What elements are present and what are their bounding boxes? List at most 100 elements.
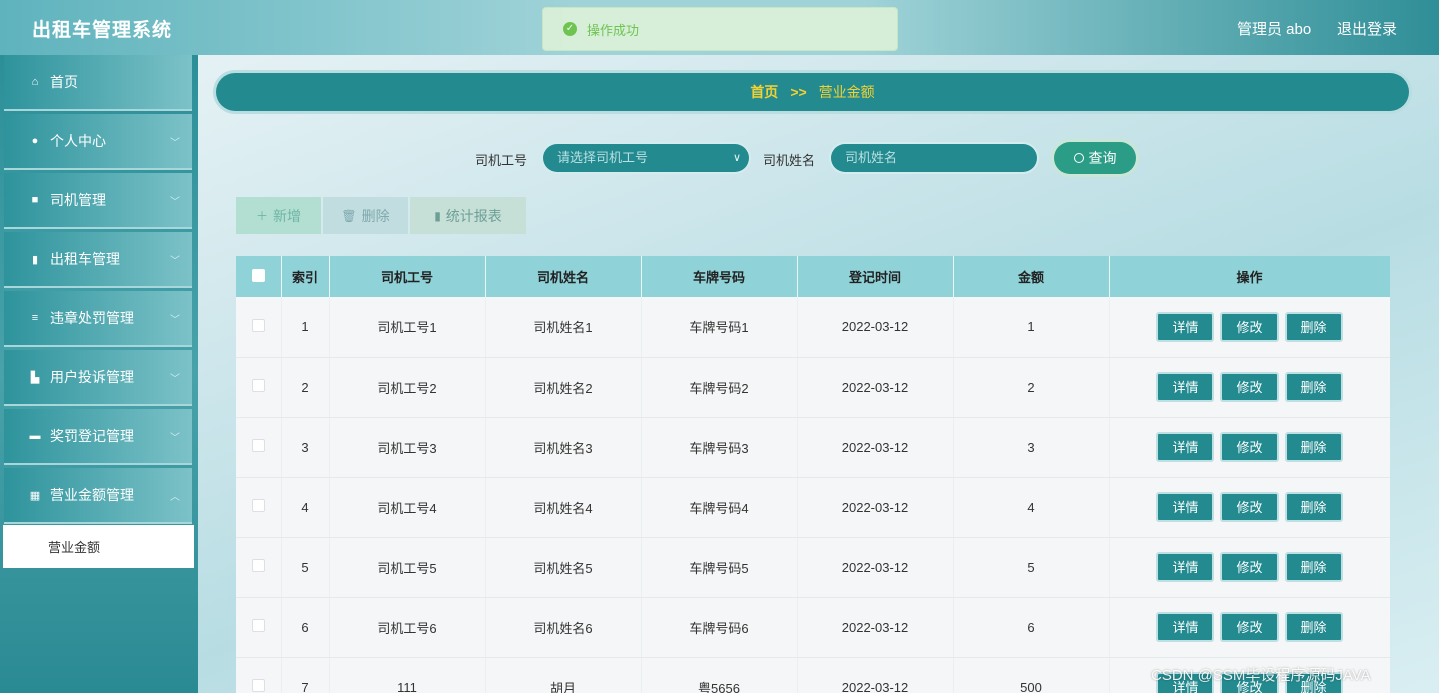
detail-button[interactable]: 详情 xyxy=(1156,612,1215,642)
chevron-down-icon: ﹀ xyxy=(170,138,180,149)
cell-date: 2022-03-12 xyxy=(797,657,954,693)
table-row: 5 司机工号5 司机姓名5 车牌号码5 2022-03-12 5 详情 修改 删除 xyxy=(236,537,1390,598)
cell-actions: 详情 修改 删除 xyxy=(1109,417,1390,478)
edit-button[interactable]: 修改 xyxy=(1220,552,1279,582)
edit-button[interactable]: 修改 xyxy=(1220,432,1279,462)
row-checkbox[interactable] xyxy=(251,499,265,512)
cell-plate: 车牌号码2 xyxy=(641,357,798,418)
delete-button[interactable]: 删除 xyxy=(1284,492,1343,522)
sidebar-item-personal-center[interactable]: ● 个人中心 ﹀ xyxy=(4,114,192,170)
user-icon: ● xyxy=(31,135,39,147)
stats-report-button[interactable]: ▮ 统计报表 xyxy=(410,197,526,234)
revenue-table: 索引 司机工号 司机姓名 车牌号码 登记时间 金额 操作 1 司机工号1 司机姓… xyxy=(236,256,1390,693)
edit-button[interactable]: 修改 xyxy=(1220,372,1279,402)
cell-index: 3 xyxy=(281,417,330,478)
cell-date: 2022-03-12 xyxy=(797,297,954,358)
edit-button[interactable]: 修改 xyxy=(1220,612,1279,642)
breadcrumb-home[interactable]: 首页 xyxy=(750,82,778,102)
sidebar-item-complaint-management[interactable]: ▙ 用户投诉管理 ﹀ xyxy=(4,350,192,406)
row-checkbox[interactable] xyxy=(251,439,265,452)
row-checkbox[interactable] xyxy=(251,679,265,692)
cell-actions: 详情 修改 删除 xyxy=(1109,297,1390,358)
detail-button[interactable]: 详情 xyxy=(1156,432,1215,462)
chevron-down-icon: ﹀ xyxy=(170,256,180,267)
row-checkbox[interactable] xyxy=(251,559,265,572)
chevron-down-icon: ﹀ xyxy=(170,197,180,208)
detail-button[interactable]: 详情 xyxy=(1156,311,1215,342)
delete-button[interactable]: 删除 xyxy=(1284,432,1343,462)
sidebar-item-taxi-management[interactable]: ▮ 出租车管理 ﹀ xyxy=(4,232,192,288)
row-select-cell xyxy=(236,417,282,478)
sidebar-item-label: 用户投诉管理 xyxy=(50,369,134,385)
row-checkbox[interactable] xyxy=(251,379,265,392)
cell-driver-id: 司机工号3 xyxy=(329,417,486,478)
delete-button[interactable]: 删除 xyxy=(1284,372,1343,402)
batch-delete-button[interactable]: 🗑 删除 xyxy=(323,197,408,234)
toast-message: 操作成功 xyxy=(587,22,640,38)
bar-chart-icon: ▮ xyxy=(434,208,441,223)
batch-delete-button-label: 删除 xyxy=(361,207,390,224)
column-header-date: 登记时间 xyxy=(797,256,954,297)
cell-amount: 2 xyxy=(953,357,1110,418)
detail-button[interactable]: 详情 xyxy=(1156,372,1215,402)
detail-button[interactable]: 详情 xyxy=(1156,552,1215,582)
detail-button[interactable]: 详情 xyxy=(1156,492,1215,522)
cell-driver-name: 司机姓名4 xyxy=(485,477,642,538)
sidebar-item-driver-management[interactable]: ■ 司机管理 ﹀ xyxy=(4,173,192,229)
stats-report-button-label: 统计报表 xyxy=(445,207,502,224)
sidebar-item-label: 个人中心 xyxy=(50,133,106,149)
logout-link[interactable]: 退出登录 xyxy=(1337,18,1397,39)
select-all-cell xyxy=(236,256,282,297)
sidebar-item-label: 营业金额管理 xyxy=(50,487,134,503)
sidebar-item-label: 违章处罚管理 xyxy=(50,310,134,326)
edit-button[interactable]: 修改 xyxy=(1220,492,1279,522)
edit-button[interactable]: 修改 xyxy=(1220,311,1279,342)
delete-button[interactable]: 删除 xyxy=(1284,612,1343,642)
cell-amount: 1 xyxy=(953,297,1110,358)
cell-plate: 车牌号码5 xyxy=(641,537,798,598)
sidebar-item-reward-punish-management[interactable]: ▬ 奖罚登记管理 ﹀ xyxy=(4,409,192,465)
cell-plate: 车牌号码6 xyxy=(641,597,798,658)
row-select-cell xyxy=(236,597,282,658)
query-button[interactable]: 查询 xyxy=(1054,142,1136,174)
plus-icon: ＋ xyxy=(255,209,268,223)
cell-date: 2022-03-12 xyxy=(797,477,954,538)
cell-index: 6 xyxy=(281,597,330,658)
cell-driver-name: 司机姓名3 xyxy=(485,417,642,478)
column-header-amount: 金额 xyxy=(953,256,1110,297)
driver-id-select[interactable]: 请选择司机工号 ∨ xyxy=(543,144,749,172)
cell-index: 7 xyxy=(281,657,330,693)
sidebar-item-home[interactable]: ⌂ 首页 xyxy=(4,55,192,111)
add-button[interactable]: ＋ 新增 xyxy=(236,197,321,234)
cell-driver-id: 111 xyxy=(329,657,486,693)
cell-plate: 车牌号码4 xyxy=(641,477,798,538)
sidebar-item-label: 奖罚登记管理 xyxy=(50,428,134,444)
delete-button[interactable]: 删除 xyxy=(1284,311,1343,342)
sidebar-item-revenue-management[interactable]: ▦ 营业金额管理 ︿ xyxy=(4,468,192,524)
row-checkbox[interactable] xyxy=(251,619,265,632)
cell-amount: 5 xyxy=(953,537,1110,598)
row-select-cell xyxy=(236,477,282,538)
column-header-plate: 车牌号码 xyxy=(641,256,798,297)
table-row: 2 司机工号2 司机姓名2 车牌号码2 2022-03-12 2 详情 修改 删除 xyxy=(236,357,1390,418)
sliders-icon: ≡ xyxy=(31,312,39,324)
row-checkbox[interactable] xyxy=(251,318,265,332)
cell-plate: 粤5656 xyxy=(641,657,798,693)
cell-date: 2022-03-12 xyxy=(797,357,954,418)
select-all-checkbox[interactable] xyxy=(251,268,265,282)
breadcrumb: 首页 >> 营业金额 xyxy=(216,73,1409,111)
driver-name-input[interactable]: 司机姓名 xyxy=(831,144,1037,172)
chevron-down-icon: ﹀ xyxy=(170,374,180,385)
table-row: 3 司机工号3 司机姓名3 车牌号码3 2022-03-12 3 详情 修改 删除 xyxy=(236,417,1390,478)
delete-button[interactable]: 删除 xyxy=(1284,552,1343,582)
cell-actions: 详情 修改 删除 xyxy=(1109,357,1390,418)
sidebar: ⌂ 首页 ● 个人中心 ﹀ ■ 司机管理 ﹀ ▮ 出租车管理 ﹀ ≡ 违章处罚管… xyxy=(0,55,198,693)
watermark: CSDN @SSM毕设程序源码JAVA xyxy=(1151,667,1371,684)
cell-driver-id: 司机工号4 xyxy=(329,477,486,538)
search-icon xyxy=(1073,153,1084,163)
sidebar-subitem-revenue[interactable]: 营业金额 xyxy=(3,525,194,568)
cell-date: 2022-03-12 xyxy=(797,537,954,598)
driver-name-label: 司机姓名 xyxy=(763,153,816,168)
sidebar-item-label: 司机管理 xyxy=(50,192,106,208)
sidebar-item-violation-management[interactable]: ≡ 违章处罚管理 ﹀ xyxy=(4,291,192,347)
